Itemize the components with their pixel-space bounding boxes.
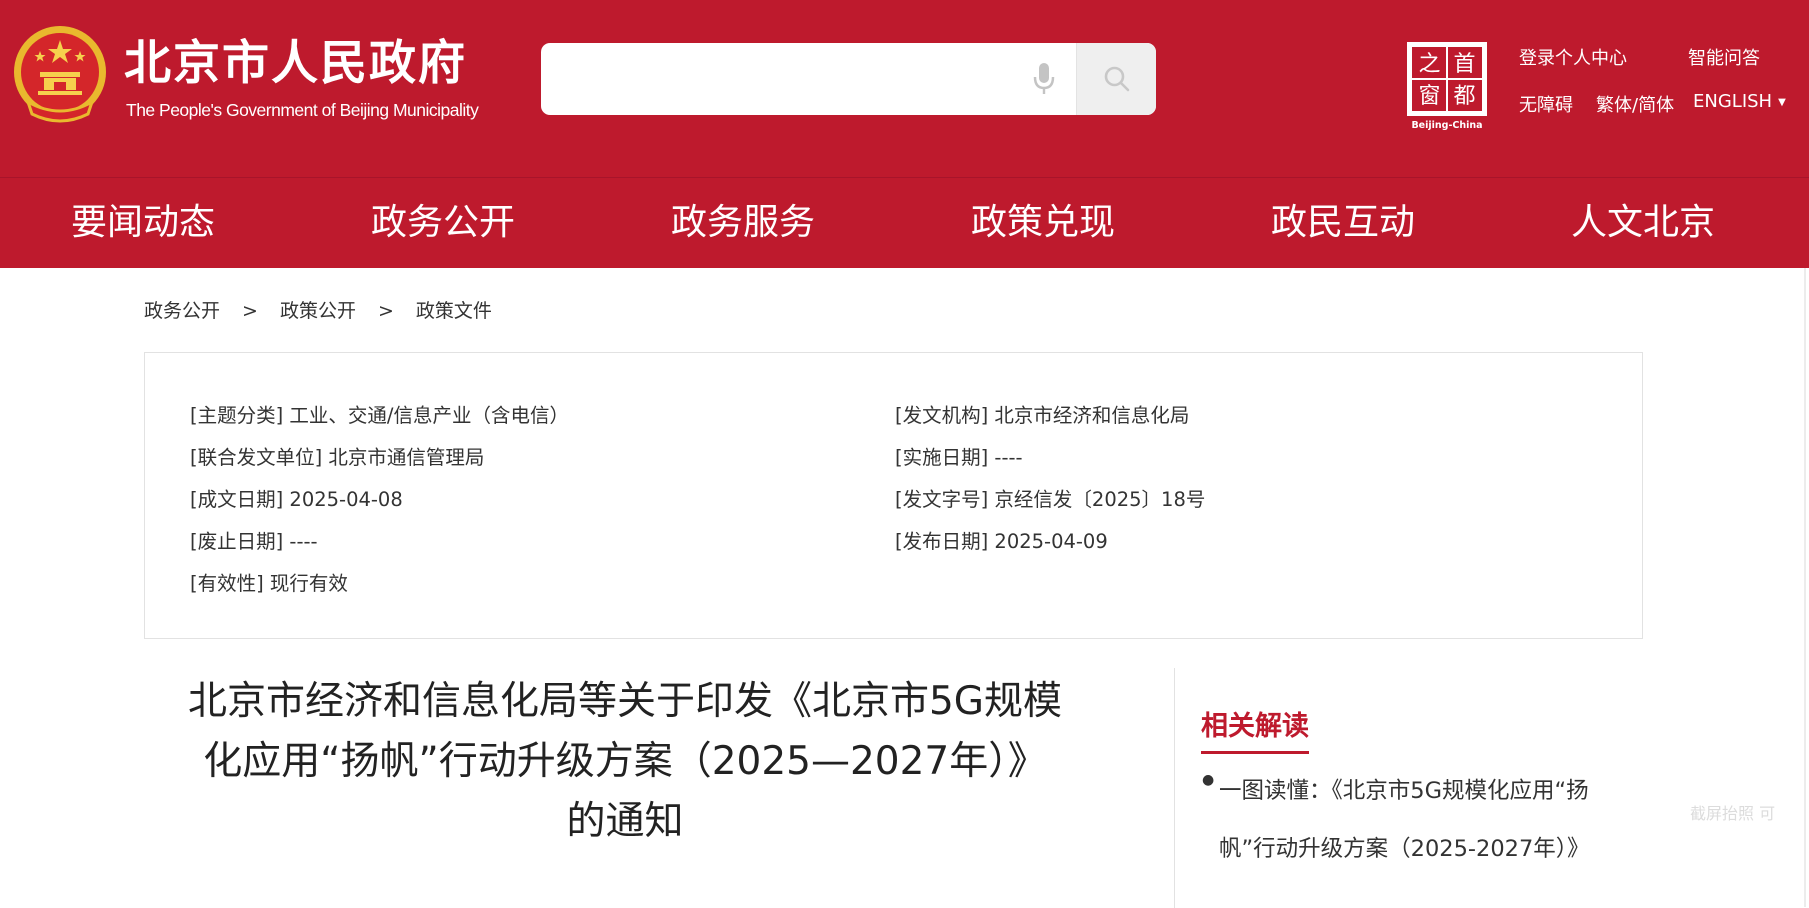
nav-item-gov-affairs[interactable]: 政务公开 bbox=[371, 178, 515, 268]
breadcrumb-separator: > bbox=[242, 300, 258, 322]
scrollbar-track[interactable] bbox=[1804, 268, 1806, 907]
article-title-line: 化应用“扬帆”行动升级方案（2025—2027年）》 bbox=[203, 739, 1047, 784]
info-doc-number: [发文字号] 京经信发〔2025〕18号 bbox=[895, 488, 1206, 511]
main-nav: 要闻动态 政务公开 政务服务 政策兑现 政民互动 人文北京 bbox=[0, 177, 1809, 268]
breadcrumb: 政务公开 > 政策公开 > 政策文件 bbox=[144, 296, 492, 323]
accessibility-link[interactable]: 无障碍 bbox=[1519, 91, 1573, 117]
breadcrumb-separator: > bbox=[377, 300, 394, 322]
related-reading-link[interactable]: 一图读懂：《北京市5G规模化应用“扬帆”行动升级方案（2025-2027年）》 bbox=[1219, 762, 1639, 878]
info-publish-date: [发布日期] 2025-04-09 bbox=[895, 530, 1108, 553]
info-effective-date: [实施日期] ---- bbox=[895, 446, 1023, 469]
nav-item-policy[interactable]: 政策兑现 bbox=[971, 178, 1115, 268]
info-issuer: [发文机构] 北京市经济和信息化局 bbox=[895, 404, 1190, 427]
nav-item-services[interactable]: 政务服务 bbox=[671, 178, 815, 268]
breadcrumb-item[interactable]: 政务公开 bbox=[144, 300, 220, 322]
related-reading-title: 相关解读 bbox=[1201, 704, 1309, 754]
capital-logo-char: 都 bbox=[1453, 84, 1475, 109]
capital-logo-char: 首 bbox=[1453, 52, 1475, 77]
article-title-line: 北京市经济和信息化局等关于印发《北京市5G规模 bbox=[187, 679, 1063, 724]
nav-item-news[interactable]: 要闻动态 bbox=[71, 178, 215, 268]
watermark-text: 截屏抬照 可 bbox=[1690, 804, 1776, 823]
search-icon bbox=[1104, 66, 1130, 92]
search-box bbox=[541, 43, 1156, 115]
national-emblem-icon[interactable] bbox=[10, 24, 110, 129]
nav-item-culture[interactable]: 人文北京 bbox=[1571, 178, 1715, 268]
login-link[interactable]: 登录个人中心 bbox=[1519, 44, 1627, 70]
article-title: 北京市经济和信息化局等关于印发《北京市5G规模 化应用“扬帆”行动升级方案（20… bbox=[140, 672, 1110, 852]
article-title-line: 的通知 bbox=[566, 799, 684, 844]
info-topic: [主题分类] 工业、交通/信息产业（含电信） bbox=[190, 404, 569, 427]
site-subtitle: The People's Government of Beijing Munic… bbox=[126, 100, 479, 120]
search-input[interactable] bbox=[541, 43, 1071, 115]
microphone-icon[interactable] bbox=[1031, 61, 1057, 97]
bullet-icon: ● bbox=[1202, 772, 1215, 788]
breadcrumb-item[interactable]: 政策公开 bbox=[280, 300, 356, 322]
english-language-dropdown[interactable]: ENGLISH ▼ bbox=[1693, 91, 1786, 112]
info-written-date: [成文日期] 2025-04-08 bbox=[190, 488, 403, 511]
search-button[interactable] bbox=[1076, 43, 1156, 115]
english-link[interactable]: ENGLISH bbox=[1693, 91, 1772, 112]
capital-logo-caption: Beijing-China bbox=[1411, 120, 1482, 131]
traditional-simplified-link[interactable]: 繁体/简体 bbox=[1596, 91, 1674, 117]
info-joint-issuer: [联合发文单位] 北京市通信管理局 bbox=[190, 446, 485, 469]
capital-logo-char: 窗 bbox=[1418, 84, 1440, 109]
info-repeal-date: [废止日期] ---- bbox=[190, 530, 318, 553]
caret-down-icon: ▼ bbox=[1778, 97, 1786, 108]
smart-qa-link[interactable]: 智能问答 bbox=[1688, 44, 1760, 70]
breadcrumb-item[interactable]: 政策文件 bbox=[416, 300, 492, 322]
document-info-panel: [主题分类] 工业、交通/信息产业（含电信） [发文机构] 北京市经济和信息化局… bbox=[144, 352, 1643, 639]
capital-window-logo[interactable]: 之 首 窗 都 Beijing-China bbox=[1403, 40, 1491, 132]
sidebar-divider bbox=[1174, 668, 1175, 908]
site-header: 北京市人民政府 The People's Government of Beiji… bbox=[0, 0, 1809, 177]
nav-item-interaction[interactable]: 政民互动 bbox=[1271, 178, 1415, 268]
site-title[interactable]: 北京市人民政府 bbox=[124, 34, 467, 94]
info-validity: [有效性] 现行有效 bbox=[190, 572, 348, 595]
capital-logo-char: 之 bbox=[1418, 52, 1440, 77]
